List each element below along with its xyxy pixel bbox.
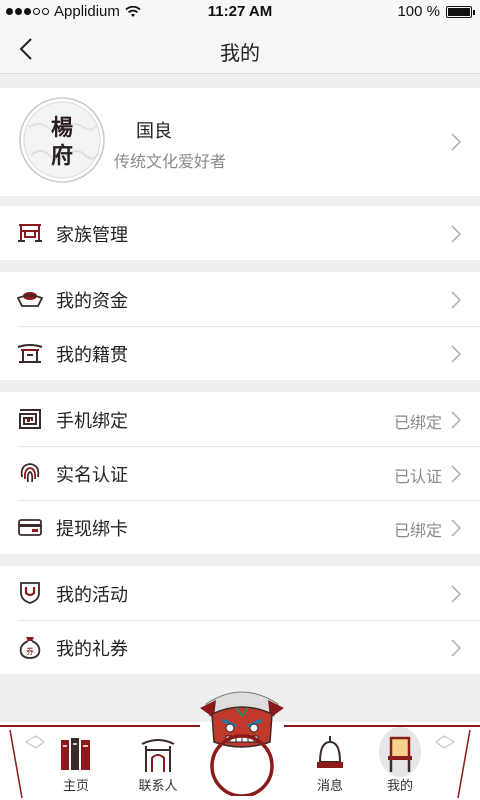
- tab-messages[interactable]: 消息: [294, 722, 366, 800]
- chevron-right-icon: [451, 133, 462, 151]
- menu-item-my-coupons[interactable]: 券 我的礼券: [0, 620, 480, 674]
- battery-percent: 100 %: [397, 3, 440, 20]
- menu-item-my-funds[interactable]: 我的资金: [0, 272, 480, 326]
- tab-label: 消息: [316, 779, 343, 794]
- fingerprint-icon: [20, 463, 40, 483]
- menu-item-label: 我的资金: [56, 291, 128, 312]
- tab-label: 主页: [62, 779, 89, 794]
- archway-icon: [141, 739, 175, 772]
- tab-home[interactable]: 主页: [40, 722, 112, 800]
- menu-item-label: 我的活动: [56, 585, 128, 606]
- menu-item-label: 我的礼券: [56, 639, 128, 660]
- avatar-seal-char-2: 府: [51, 143, 73, 169]
- tab-label: 联系人: [138, 779, 178, 794]
- menu-item-label: 提现绑卡: [56, 519, 128, 540]
- menu-item-label: 家族管理: [56, 225, 128, 246]
- menu-item-status: 已绑定: [393, 413, 442, 432]
- menu-item-label: 实名认证: [56, 465, 128, 486]
- chevron-right-icon: [451, 639, 462, 657]
- battery-icon: [446, 5, 475, 18]
- tab-contacts[interactable]: 联系人: [122, 722, 194, 800]
- menu-item-label: 我的籍贯: [56, 345, 128, 366]
- treasure-ingot-icon: [17, 292, 43, 307]
- coupon-bag-icon: 券: [19, 637, 41, 659]
- battery-group: 100 %: [397, 3, 475, 20]
- chevron-right-icon: [451, 225, 462, 243]
- menu-item-my-activities[interactable]: 我的活动: [0, 566, 480, 620]
- status-bar: Applidium 11:27 AM 100 %: [0, 0, 480, 24]
- books-icon: [61, 738, 90, 770]
- avatar[interactable]: 楊 府: [19, 97, 105, 183]
- section-security: 手机绑定 已绑定 实名认证 已认证 提现绑卡 已绑定: [0, 392, 480, 554]
- section-activities: 我的活动 券 我的礼券: [0, 566, 480, 674]
- spiral-pattern-icon: [19, 409, 41, 429]
- nav-bar: 我的: [0, 24, 480, 74]
- bank-card-icon: [18, 519, 42, 536]
- menu-item-real-name-verification[interactable]: 实名认证 已认证: [0, 446, 480, 500]
- chevron-right-icon: [451, 291, 462, 309]
- bell-icon: [317, 736, 343, 768]
- chevron-right-icon: [451, 465, 462, 483]
- section-assets: 我的资金 我的籍贯: [0, 272, 480, 380]
- menu-item-label: 手机绑定: [56, 411, 128, 432]
- tab-label: 我的: [386, 779, 413, 794]
- pavilion-icon: [17, 344, 43, 363]
- section-family: 家族管理: [0, 206, 480, 260]
- menu-item-status: 已认证: [393, 467, 442, 486]
- profile-name: 国良: [136, 121, 172, 142]
- lion-head-icon[interactable]: [196, 686, 288, 796]
- avatar-seal-char-1: 楊: [51, 115, 73, 141]
- chair-icon: [388, 736, 412, 772]
- ancestral-gate-icon: [18, 224, 42, 242]
- menu-item-family-management[interactable]: 家族管理: [0, 206, 480, 260]
- menu-item-status: 已绑定: [393, 521, 442, 540]
- page-title: 我的: [220, 41, 260, 65]
- menu-item-withdraw-card[interactable]: 提现绑卡 已绑定: [0, 500, 480, 554]
- menu-item-phone-binding[interactable]: 手机绑定 已绑定: [0, 392, 480, 446]
- tab-mine[interactable]: 我的: [364, 722, 436, 800]
- profile-card[interactable]: 楊 府 国良 传统文化爱好者: [0, 88, 480, 196]
- chevron-right-icon: [451, 519, 462, 537]
- shield-badge-icon: [20, 582, 40, 604]
- chevron-right-icon: [451, 411, 462, 429]
- menu-item-my-origin[interactable]: 我的籍贯: [0, 326, 480, 380]
- chevron-right-icon: [451, 585, 462, 603]
- svg-text:券: 券: [26, 646, 34, 656]
- chevron-right-icon: [451, 345, 462, 363]
- profile-subtitle: 传统文化爱好者: [114, 152, 227, 171]
